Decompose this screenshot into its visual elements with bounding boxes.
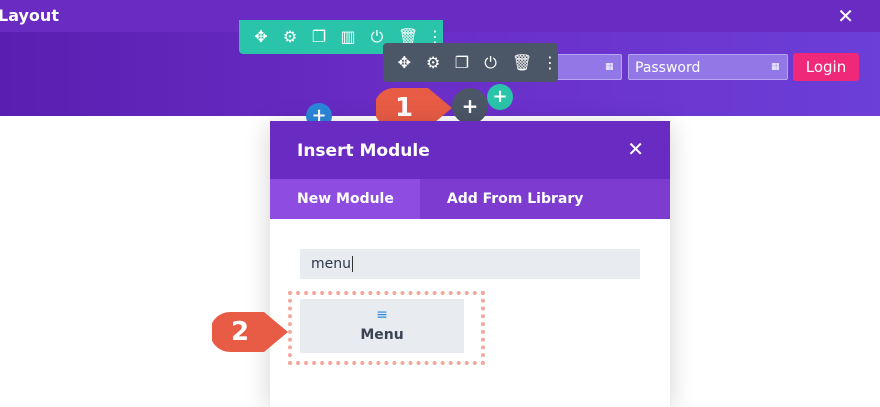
search-value: menu — [311, 256, 351, 272]
login-button[interactable]: Login — [793, 53, 859, 81]
move-icon[interactable]: ✥ — [397, 54, 412, 71]
password-field[interactable]: Password ▦ — [628, 54, 788, 80]
duplicate-icon[interactable]: ❐ — [455, 54, 470, 71]
menu-icon: ≡ — [376, 307, 388, 323]
modal-tabs: New Module Add From Library — [270, 179, 670, 219]
trash-icon[interactable]: 🗑 — [512, 54, 532, 71]
modal-title: Insert Module — [297, 141, 430, 161]
insert-module-modal: Insert Module ✕ New Module Add From Libr… — [270, 121, 670, 407]
tab-add-from-library[interactable]: Add From Library — [420, 179, 610, 219]
field-marker-icon: ▦ — [771, 62, 780, 72]
menu-module-label: Menu — [360, 327, 404, 343]
builder-title: Layout — [0, 6, 59, 25]
module-toolbar: ✥ ⚙ ❐ ⏻ 🗑 ⋮ — [383, 43, 558, 82]
username-field[interactable]: ▦ — [548, 54, 622, 80]
more-icon[interactable]: ⋮ — [542, 54, 558, 71]
duplicate-icon[interactable]: ❐ — [311, 29, 327, 45]
columns-icon[interactable]: ▥ — [340, 29, 356, 45]
module-search-input[interactable]: menu — [300, 249, 640, 279]
field-marker-icon: ▦ — [605, 62, 614, 72]
add-module-plus-icon[interactable]: + — [452, 88, 488, 124]
callout-number-2: 2 — [230, 317, 250, 347]
power-icon[interactable]: ⏻ — [483, 54, 498, 71]
close-icon[interactable]: ✕ — [627, 137, 644, 161]
gear-icon[interactable]: ⚙ — [426, 54, 441, 71]
power-icon[interactable]: ⏻ — [369, 29, 385, 45]
gear-icon[interactable]: ⚙ — [282, 29, 298, 45]
close-icon[interactable]: ✕ — [837, 4, 854, 28]
menu-module-button[interactable]: ≡ Menu — [300, 299, 464, 353]
modal-header: Insert Module ✕ — [270, 121, 670, 179]
text-caret — [352, 256, 353, 272]
move-icon[interactable]: ✥ — [253, 29, 269, 45]
tab-new-module[interactable]: New Module — [270, 179, 420, 219]
add-row-plus-icon[interactable]: + — [487, 84, 513, 110]
password-placeholder: Password — [635, 60, 701, 76]
